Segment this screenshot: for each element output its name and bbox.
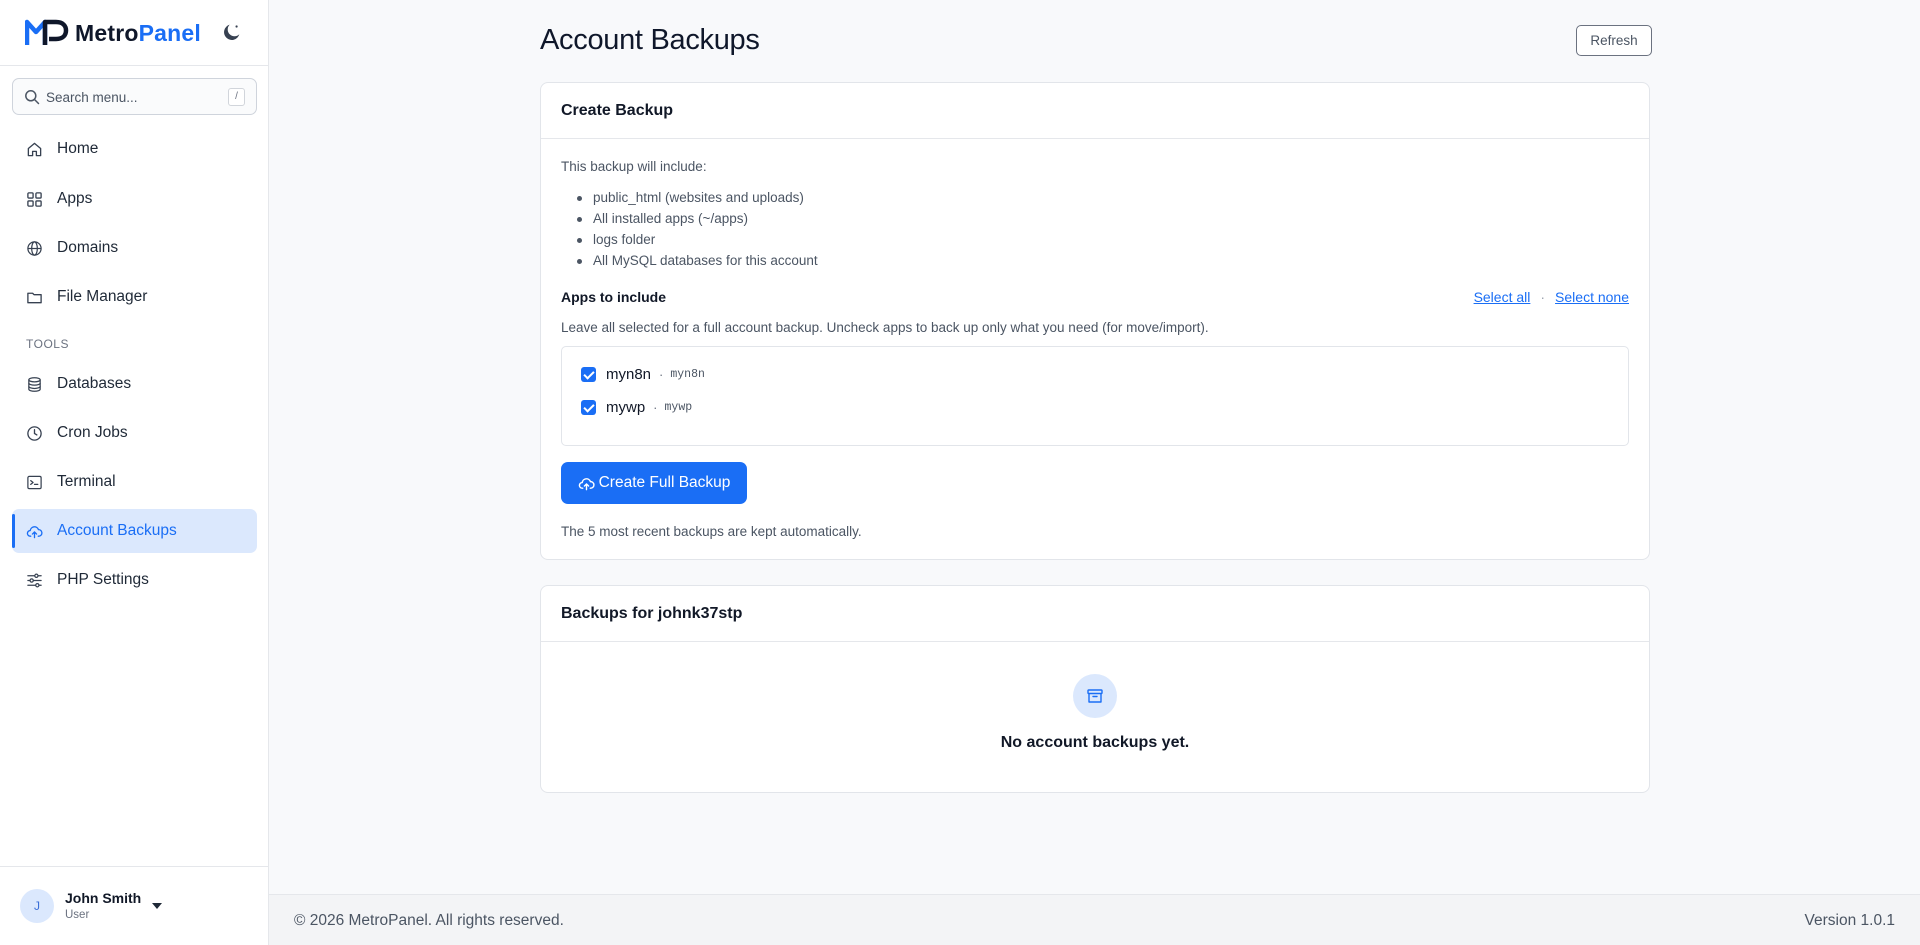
- copyright-text: © 2026 MetroPanel. All rights reserved.: [294, 912, 564, 929]
- card-header: Create Backup: [541, 83, 1649, 139]
- list-item: All installed apps (~/apps): [577, 208, 818, 229]
- app-option-myn8n[interactable]: myn8n · myn8n: [581, 364, 705, 384]
- clock-icon: [27, 426, 42, 441]
- user-name: John Smith: [65, 890, 142, 906]
- page-title: Account Backups: [540, 24, 760, 56]
- include-intro: This backup will include:: [561, 159, 707, 174]
- archive-icon: [1073, 674, 1117, 718]
- apps-heading: Apps to include: [561, 289, 666, 305]
- app-checkbox[interactable]: [581, 399, 596, 415]
- sidebar-item-label: File Manager: [57, 288, 148, 305]
- search-icon: [25, 90, 40, 105]
- create-backup-card: Create Backup This backup will include: …: [540, 82, 1650, 560]
- app-slug: mywp: [664, 400, 693, 414]
- database-icon: [28, 377, 41, 392]
- separator-dot: ·: [653, 399, 658, 415]
- sidebar-item-label: Apps: [57, 190, 93, 207]
- separator-dot: ·: [659, 366, 664, 382]
- sidebar-item-label: Domains: [57, 239, 119, 256]
- backups-list-card: Backups for johnk37stp No account backup…: [540, 585, 1650, 793]
- terminal-icon: [27, 475, 42, 490]
- select-all-link[interactable]: Select all: [1474, 289, 1531, 305]
- sidebar-item-label: Account Backups: [57, 522, 177, 539]
- card-header: Backups for johnk37stp: [541, 586, 1649, 642]
- app-name: myn8n: [606, 365, 652, 383]
- search-box: /: [12, 78, 257, 115]
- cloud-upload-icon: [26, 526, 43, 539]
- sidebar-item-label: Terminal: [57, 473, 116, 490]
- sidebar-item-cron-jobs[interactable]: Cron Jobs: [12, 411, 257, 455]
- app-checkbox[interactable]: [581, 366, 596, 382]
- globe-icon: [27, 241, 42, 256]
- search-shortcut-hint: /: [228, 88, 245, 106]
- sidebar: MetroPanel / Home Apps Domains File Mana…: [0, 0, 269, 945]
- card-title: Create Backup: [561, 102, 674, 119]
- app-name: mywp: [606, 398, 646, 416]
- metropanel-logo: [25, 19, 69, 45]
- select-none-link[interactable]: Select none: [1555, 289, 1629, 305]
- select-links: Select all · Select none: [1474, 289, 1629, 305]
- button-label: Create Full Backup: [598, 474, 731, 491]
- footer: © 2026 MetroPanel. All rights reserved. …: [269, 894, 1920, 945]
- avatar: J: [20, 889, 54, 923]
- divider: [0, 866, 268, 867]
- search-input[interactable]: [46, 85, 226, 109]
- brand-name: MetroPanel: [75, 19, 201, 46]
- sidebar-item-label: Cron Jobs: [57, 424, 128, 441]
- divider: [0, 65, 268, 66]
- cloud-upload-icon: [578, 477, 595, 490]
- sidebar-item-label: PHP Settings: [57, 571, 149, 588]
- apps-checklist: myn8n · myn8n mywp · mywp: [561, 346, 1629, 446]
- create-full-backup-button[interactable]: Create Full Backup: [561, 462, 747, 504]
- list-item: All MySQL databases for this account: [577, 250, 818, 271]
- moon-icon[interactable]: [221, 21, 243, 43]
- sidebar-item-terminal[interactable]: Terminal: [12, 460, 257, 504]
- sidebar-item-home[interactable]: Home: [12, 127, 257, 171]
- retention-note: The 5 most recent backups are kept autom…: [561, 524, 862, 539]
- sidebar-item-label: Home: [57, 140, 99, 157]
- version-text: Version 1.0.1: [1804, 912, 1895, 929]
- sidebar-item-databases[interactable]: Databases: [12, 362, 257, 406]
- sidebar-item-label: Databases: [57, 375, 132, 392]
- grid-icon: [27, 192, 42, 207]
- sidebar-item-apps[interactable]: Apps: [12, 177, 257, 221]
- folder-icon: [27, 292, 42, 304]
- list-item: logs folder: [577, 229, 818, 250]
- caret-down-icon: [152, 903, 162, 909]
- sliders-icon: [27, 573, 42, 588]
- list-item: public_html (websites and uploads): [577, 187, 818, 208]
- sidebar-item-file-manager[interactable]: File Manager: [12, 275, 257, 319]
- sidebar-item-account-backups[interactable]: Account Backups: [12, 509, 257, 553]
- brand[interactable]: MetroPanel: [25, 18, 201, 48]
- sidebar-item-php-settings[interactable]: PHP Settings: [12, 558, 257, 602]
- app-slug: myn8n: [670, 367, 705, 381]
- app-option-mywp[interactable]: mywp · mywp: [581, 397, 692, 417]
- user-role: User: [65, 909, 90, 921]
- user-menu[interactable]: J John Smith User: [20, 889, 170, 925]
- include-list: public_html (websites and uploads) All i…: [577, 187, 818, 271]
- apps-help-text: Leave all selected for a full account ba…: [561, 320, 1209, 335]
- home-icon: [27, 142, 42, 157]
- refresh-button[interactable]: Refresh: [1576, 25, 1652, 56]
- separator-dot: ·: [1540, 289, 1546, 305]
- sidebar-item-domains[interactable]: Domains: [12, 226, 257, 270]
- empty-state-text: No account backups yet.: [1000, 734, 1190, 751]
- section-label-tools: TOOLS: [26, 337, 69, 351]
- card-title: Backups for johnk37stp: [561, 605, 743, 622]
